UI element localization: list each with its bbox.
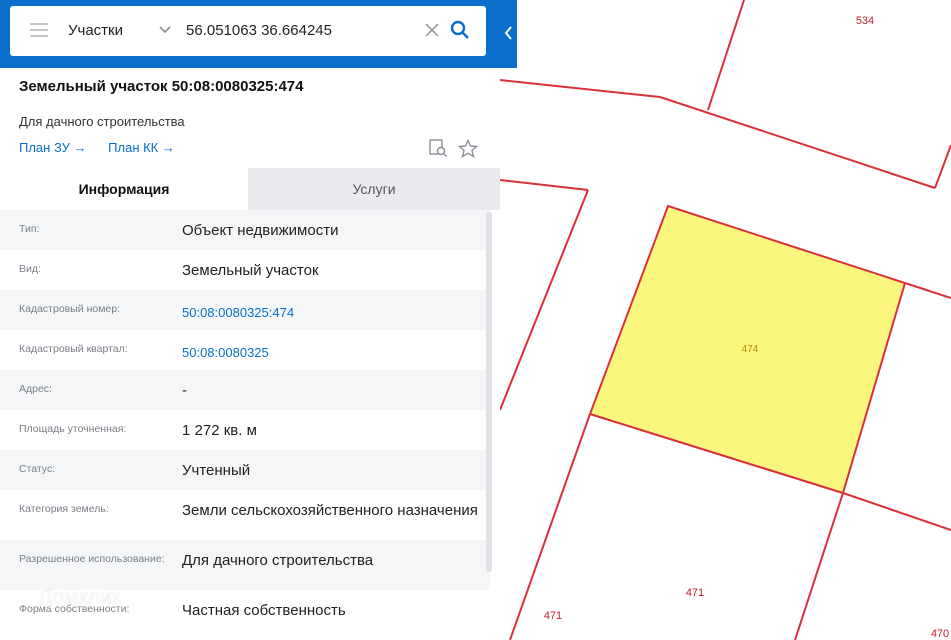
info-table: Тип: Объект недвижимости Вид: Земельный уча… xyxy=(0,210,490,630)
parcel-label-471: 471 xyxy=(683,584,708,600)
info-panel: Участки 56.051063 36.664245 Земельный уч… xyxy=(0,0,500,640)
info-row-value: Для дачного строительства xyxy=(182,552,374,569)
search-icon[interactable] xyxy=(450,20,470,40)
info-row-value: 1 272 кв. м xyxy=(182,422,257,439)
info-row-label: Статус: xyxy=(19,463,56,475)
page-title: Земельный участок 50:08:0080325:474 xyxy=(19,78,304,95)
info-row: Кадастровый номер: 50:08:0080325:474 xyxy=(0,290,490,330)
chevron-down-icon[interactable] xyxy=(158,23,172,37)
parcel-purpose: Для дачного строительства xyxy=(19,114,185,129)
info-row-value: Земли сельскохозяйственного назначения xyxy=(182,502,478,519)
plan-zu-link[interactable]: План ЗУ → xyxy=(19,140,87,155)
info-row: Разрешенное использование: Для дачного ст… xyxy=(0,540,490,590)
svg-text:471: 471 xyxy=(686,587,704,599)
info-row-label: Вид: xyxy=(19,263,41,275)
info-row: Категория земель: Земли сельскохозяйствен… xyxy=(0,490,490,540)
parcel-label-534: 534 xyxy=(853,12,878,28)
search-input[interactable]: 56.051063 36.664245 xyxy=(186,22,332,39)
scrollbar[interactable] xyxy=(486,212,492,572)
info-row: Кадастровый квартал: 50:08:0080325 xyxy=(0,330,490,370)
info-row-value: Частная собственность xyxy=(182,602,346,619)
info-row: Площадь уточненная: 1 272 кв. м xyxy=(0,410,490,450)
menu-icon[interactable] xyxy=(30,23,48,37)
info-row-link[interactable]: 50:08:0080325:474 xyxy=(182,302,482,323)
info-row-link[interactable]: 50:08:0080325 xyxy=(182,342,482,363)
svg-text:534: 534 xyxy=(856,15,874,27)
tabs: Информация Услуги xyxy=(0,168,500,210)
search-box: Участки 56.051063 36.664245 xyxy=(10,6,486,56)
tab-services[interactable]: Услуги xyxy=(248,168,500,210)
svg-text:471: 471 xyxy=(544,610,562,622)
info-row-label: Тип: xyxy=(19,223,40,235)
info-row-label: Кадастровый номер: xyxy=(19,303,121,315)
info-row-value: Учтенный xyxy=(182,462,251,479)
info-row-value: - xyxy=(182,382,187,399)
close-icon[interactable] xyxy=(423,21,441,39)
info-row-value: Объект недвижимости xyxy=(182,222,339,239)
info-row-label: Кадастровый квартал: xyxy=(19,343,128,355)
info-row: Статус: Учтенный xyxy=(0,450,490,490)
info-row-label: Площадь уточненная: xyxy=(19,423,127,435)
info-row-label: Категория земель: xyxy=(19,503,109,515)
info-row: Адрес: - xyxy=(0,370,490,410)
tab-information[interactable]: Информация xyxy=(0,168,248,210)
plan-kk-link[interactable]: План КК → xyxy=(108,140,175,155)
star-icon[interactable] xyxy=(458,139,478,158)
info-row: Тип: Объект недвижимости xyxy=(0,210,490,250)
info-row: Вид: Земельный участок xyxy=(0,250,490,290)
info-row-label: Разрешенное использование: xyxy=(19,553,165,565)
chevron-left-icon xyxy=(504,26,512,40)
parcel-label-470: 470 xyxy=(928,625,951,640)
parcel-label-471b: 471 xyxy=(541,607,566,623)
watermark: Домклик xyxy=(38,586,122,609)
plan-links: План ЗУ → План КК → xyxy=(19,140,193,155)
document-search-icon[interactable] xyxy=(428,138,448,158)
info-row-value: Земельный участок xyxy=(182,262,319,279)
info-row-label: Адрес: xyxy=(19,383,52,395)
svg-text:470: 470 xyxy=(931,628,949,640)
parcel-label-474: 474 xyxy=(742,344,759,355)
object-type-select[interactable]: Участки xyxy=(68,22,123,39)
collapse-panel-button[interactable] xyxy=(500,0,517,68)
